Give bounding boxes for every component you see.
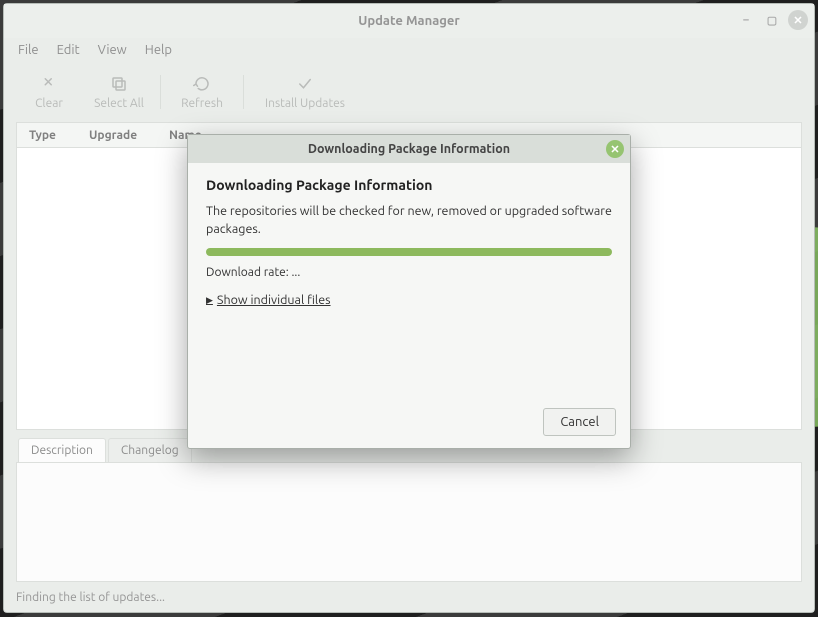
download-dialog: Downloading Package Information ✕ Downlo…: [187, 134, 631, 449]
dialog-heading: Downloading Package Information: [206, 177, 612, 193]
expander-label: Show individual files: [217, 293, 331, 307]
cancel-button[interactable]: Cancel: [543, 408, 616, 436]
download-rate: Download rate: ...: [206, 266, 612, 279]
dialog-footer: Cancel: [188, 396, 630, 448]
expander-triangle-icon: ▶: [206, 295, 213, 306]
dialog-close-button[interactable]: ✕: [606, 140, 624, 158]
dialog-description: The repositories will be checked for new…: [206, 203, 612, 238]
dialog-title: Downloading Package Information: [308, 142, 510, 156]
dialog-body: Downloading Package Information The repo…: [188, 163, 630, 396]
dialog-titlebar[interactable]: Downloading Package Information ✕: [188, 135, 630, 163]
progress-bar: [206, 248, 612, 256]
show-files-expander[interactable]: ▶ Show individual files: [206, 293, 612, 307]
